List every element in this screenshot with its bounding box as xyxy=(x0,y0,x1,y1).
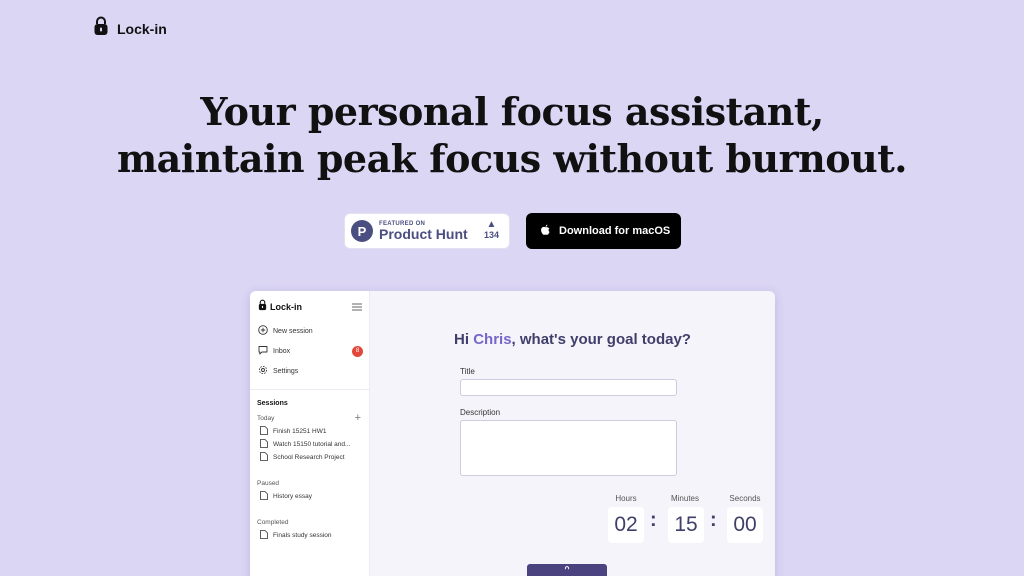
apple-icon xyxy=(540,224,551,239)
hours-label: Hours xyxy=(615,494,637,503)
group-label-text: Completed xyxy=(257,518,289,526)
timer-separator: : xyxy=(650,509,657,531)
group-label-today: Today + xyxy=(250,411,369,425)
seconds-label: Seconds xyxy=(729,494,761,503)
add-session-plus-icon[interactable]: + xyxy=(355,412,361,424)
session-item[interactable]: Watch 15150 tutorial and... xyxy=(250,438,369,451)
group-label-completed: Completed xyxy=(250,515,369,529)
greeting-heading: Hi Chris, what's your goal today? xyxy=(370,331,775,348)
greeting-suffix: , what's your goal today? xyxy=(511,331,691,348)
group-label-text: Today xyxy=(257,414,275,422)
session-item-label: History essay xyxy=(273,493,313,500)
plus-circle-icon xyxy=(258,325,268,337)
sidebar-item-label: New session xyxy=(273,327,313,335)
hero-headline: Your personal focus assistant, maintain … xyxy=(0,88,1024,182)
minutes-label: Minutes xyxy=(670,494,699,503)
sidebar-item-label: Inbox xyxy=(273,347,291,355)
sidebar-item-settings[interactable]: Settings xyxy=(250,361,369,381)
session-item[interactable]: Finish 15251 HW1 xyxy=(250,425,369,438)
app-main-panel: Hi Chris, what's your goal today? Title … xyxy=(370,291,775,576)
sidebar-item-new-session[interactable]: New session xyxy=(250,321,369,341)
sidebar-item-label: Settings xyxy=(273,367,299,375)
hero-line-1: Your personal focus assistant, xyxy=(200,89,824,134)
inbox-badge: 8 xyxy=(352,345,363,357)
sidebar-brand-name: Lock-in xyxy=(270,302,303,312)
document-icon xyxy=(260,426,268,437)
session-item-label: Finish 15251 HW1 xyxy=(273,428,327,435)
product-hunt-name: Product Hunt xyxy=(379,225,468,242)
upvote-count: ▲ 134 xyxy=(483,219,499,241)
session-item[interactable]: History essay xyxy=(250,490,369,503)
product-hunt-badge[interactable]: P FEATURED ON Product Hunt ▲ 134 xyxy=(344,213,510,249)
seconds-input[interactable]: 00 xyxy=(727,507,763,543)
description-label: Description xyxy=(460,408,501,417)
session-item[interactable]: School Research Project xyxy=(250,451,369,464)
sidebar-item-inbox[interactable]: Inbox 8 xyxy=(250,341,369,361)
session-item[interactable]: Finals study session xyxy=(250,529,369,542)
brand-name: Lock-in xyxy=(117,20,167,37)
document-icon xyxy=(260,452,268,463)
session-item-label: Watch 15150 tutorial and... xyxy=(273,441,351,448)
document-icon xyxy=(260,530,268,541)
upvote-arrow-icon: ▲ xyxy=(486,219,497,230)
minutes-input[interactable]: 15 xyxy=(668,507,704,543)
greeting-prefix: Hi xyxy=(454,331,474,348)
session-item-label: School Research Project xyxy=(273,454,345,461)
hamburger-menu-icon[interactable] xyxy=(352,298,362,316)
chat-icon xyxy=(258,345,268,357)
download-macos-button[interactable]: Download for macOS xyxy=(526,213,681,249)
title-label: Title xyxy=(460,367,475,376)
sessions-title: Sessions xyxy=(257,400,288,407)
app-sidebar: Lock-in New session Inbox 8 Settings Ses… xyxy=(250,291,370,576)
group-label-paused: Paused xyxy=(250,476,369,490)
lock-icon xyxy=(93,16,109,41)
description-textarea[interactable] xyxy=(460,420,677,476)
vote-count: 134 xyxy=(483,230,499,240)
hours-input[interactable]: 02 xyxy=(608,507,644,543)
session-item-label: Finals study session xyxy=(273,532,332,539)
title-input[interactable] xyxy=(460,379,677,396)
product-hunt-logo-icon: P xyxy=(351,220,373,242)
sidebar-divider xyxy=(250,389,369,390)
download-label: Download for macOS xyxy=(559,225,671,237)
group-label-text: Paused xyxy=(257,479,280,487)
document-icon xyxy=(260,439,268,450)
gear-icon xyxy=(258,365,268,377)
hero-line-2: maintain peak focus without burnout. xyxy=(116,136,908,181)
brand-logo[interactable]: Lock-in xyxy=(93,16,167,41)
app-preview-window: Lock-in New session Inbox 8 Settings Ses… xyxy=(250,291,775,576)
sidebar-lock-icon xyxy=(258,298,267,316)
start-session-button[interactable] xyxy=(527,564,607,576)
timer-separator: : xyxy=(710,509,717,531)
document-icon xyxy=(260,491,268,502)
greeting-user-name: Chris xyxy=(473,331,512,348)
lock-icon xyxy=(563,566,571,576)
